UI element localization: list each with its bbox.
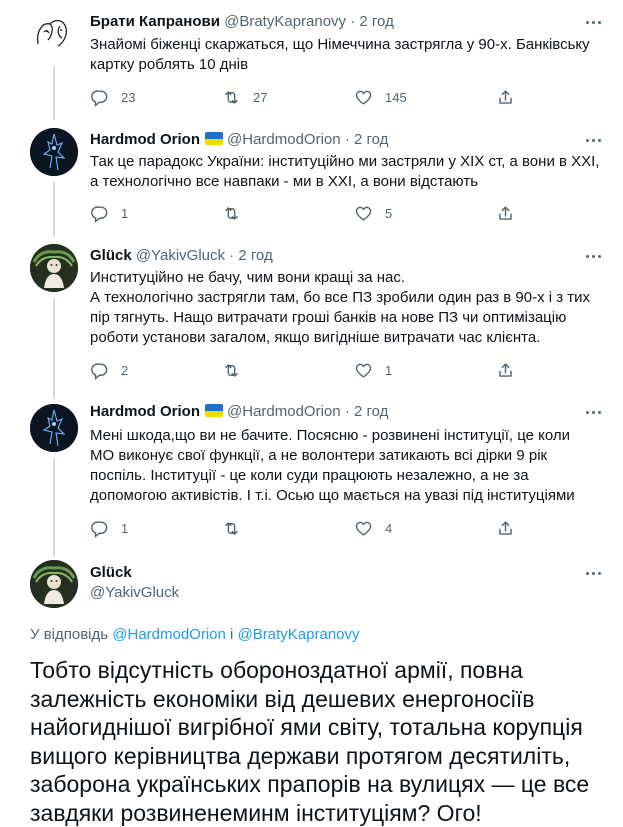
heart-icon bbox=[355, 206, 372, 221]
author-handle[interactable]: @YakivGluck bbox=[90, 584, 179, 601]
like-button[interactable]: 145 bbox=[354, 87, 407, 107]
tweet-text: Институційно не бачу, чим вони кращі за … bbox=[90, 269, 591, 346]
retweet-button[interactable] bbox=[222, 360, 253, 380]
retweet-icon bbox=[225, 90, 238, 104]
thread-line bbox=[53, 298, 55, 399]
retweet-icon bbox=[225, 363, 238, 377]
tweet-actions: 1 5 bbox=[90, 203, 520, 223]
more-icon[interactable] bbox=[581, 12, 605, 32]
author-name[interactable]: Hardmod Orion bbox=[90, 403, 200, 420]
share-icon bbox=[499, 205, 512, 220]
share-icon bbox=[499, 362, 512, 377]
author-handle[interactable]: @HardmodOrion bbox=[227, 403, 341, 420]
thread-line bbox=[53, 458, 55, 556]
avatar[interactable] bbox=[30, 560, 78, 608]
avatar[interactable] bbox=[30, 244, 78, 292]
like-button[interactable]: 4 bbox=[354, 518, 392, 538]
share-icon bbox=[499, 520, 512, 535]
main-tweet-name: Glück bbox=[90, 563, 132, 583]
author-handle[interactable]: @YakivGluck bbox=[136, 247, 225, 264]
timestamp[interactable]: 2 год bbox=[354, 131, 388, 148]
like-count: 5 bbox=[385, 205, 393, 221]
separator: · bbox=[229, 247, 235, 264]
like-button[interactable]: 1 bbox=[354, 360, 392, 380]
tweet-header: Hardmod Orion @HardmodOrion · 2 год bbox=[90, 402, 388, 422]
author-handle[interactable]: @HardmodOrion bbox=[227, 131, 341, 148]
ukraine-flag-icon bbox=[205, 132, 224, 145]
tweet-actions: 2 1 bbox=[90, 360, 520, 380]
separator: · bbox=[344, 403, 350, 420]
timestamp[interactable]: 2 год bbox=[354, 403, 388, 420]
thread-line bbox=[53, 66, 55, 120]
replying-to: У відповідь @HardmodOrion і @BratyKapran… bbox=[30, 625, 360, 645]
reply-button[interactable]: 1 bbox=[90, 203, 128, 223]
reply-prefix: У відповідь bbox=[30, 626, 109, 643]
thread-line bbox=[53, 182, 55, 236]
timestamp[interactable]: 2 год bbox=[359, 13, 393, 30]
author-name[interactable]: Glück bbox=[90, 564, 132, 581]
reply-count: 2 bbox=[121, 362, 129, 378]
tweet-text: Мені шкода,що ви не бачите. Посясню - ро… bbox=[90, 427, 575, 504]
like-button[interactable]: 5 bbox=[354, 203, 392, 223]
reply-count: 1 bbox=[121, 205, 129, 221]
reply-button[interactable]: 2 bbox=[90, 360, 128, 380]
retweet-button[interactable]: 27 bbox=[222, 87, 267, 107]
tweet-actions: 1 4 bbox=[90, 518, 520, 538]
share-button[interactable] bbox=[496, 87, 515, 107]
tweet-actions: 23 27 145 bbox=[90, 87, 520, 107]
reply-button[interactable]: 23 bbox=[90, 87, 135, 107]
reply-joiner: і bbox=[230, 626, 234, 643]
like-count: 145 bbox=[385, 89, 407, 105]
mention-link[interactable]: @BratyKapranovy bbox=[238, 626, 360, 643]
mention-link[interactable]: @HardmodOrion bbox=[112, 626, 226, 643]
timestamp[interactable]: 2 год bbox=[238, 247, 272, 264]
share-icon bbox=[499, 89, 512, 104]
more-icon[interactable] bbox=[581, 130, 605, 150]
reply-count: 23 bbox=[121, 89, 136, 105]
reply-icon bbox=[91, 89, 108, 107]
retweet-button[interactable] bbox=[222, 203, 253, 223]
share-button[interactable] bbox=[496, 518, 515, 538]
like-count: 4 bbox=[385, 520, 393, 536]
tweet-text: Так це парадокс України: інституційно ми… bbox=[90, 153, 600, 190]
like-count: 1 bbox=[385, 362, 393, 378]
avatar[interactable] bbox=[30, 128, 78, 176]
tweet-header: Glück @YakivGluck · 2 год bbox=[90, 246, 273, 266]
avatar[interactable] bbox=[30, 404, 78, 452]
ukraine-flag-icon bbox=[205, 404, 224, 417]
reply-button[interactable]: 1 bbox=[90, 518, 128, 538]
share-button[interactable] bbox=[496, 360, 515, 380]
reply-icon bbox=[91, 362, 108, 380]
reply-count: 1 bbox=[121, 520, 129, 536]
avatar[interactable] bbox=[30, 10, 78, 58]
author-name[interactable]: Hardmod Orion bbox=[90, 131, 200, 148]
main-tweet-handle: @YakivGluck bbox=[90, 583, 179, 603]
author-name[interactable]: Glück bbox=[90, 247, 132, 264]
tweet-text: Знайомі біженці скаржаться, що Німеччина… bbox=[90, 36, 590, 73]
reply-icon bbox=[91, 205, 108, 223]
tweet-header: Hardmod Orion @HardmodOrion · 2 год bbox=[90, 130, 388, 150]
separator: · bbox=[350, 13, 356, 30]
more-icon[interactable] bbox=[581, 402, 605, 422]
separator: · bbox=[344, 131, 350, 148]
retweet-button[interactable] bbox=[222, 518, 253, 538]
retweet-icon bbox=[225, 206, 238, 220]
share-button[interactable] bbox=[496, 203, 515, 223]
heart-icon bbox=[355, 90, 372, 105]
author-handle[interactable]: @BratyKapranovy bbox=[224, 13, 346, 30]
retweet-count: 27 bbox=[253, 89, 268, 105]
retweet-icon bbox=[225, 521, 238, 535]
heart-icon bbox=[355, 363, 372, 378]
more-icon[interactable] bbox=[581, 246, 605, 266]
author-name[interactable]: Брати Капранови bbox=[90, 13, 220, 30]
more-icon[interactable] bbox=[581, 563, 605, 583]
main-tweet-text: Тобто відсутність обороноздатної армії, … bbox=[30, 657, 590, 826]
tweet-header: Брати Капранови @BratyKapranovy · 2 год bbox=[90, 12, 394, 32]
heart-icon bbox=[355, 521, 372, 536]
reply-icon bbox=[91, 520, 108, 538]
